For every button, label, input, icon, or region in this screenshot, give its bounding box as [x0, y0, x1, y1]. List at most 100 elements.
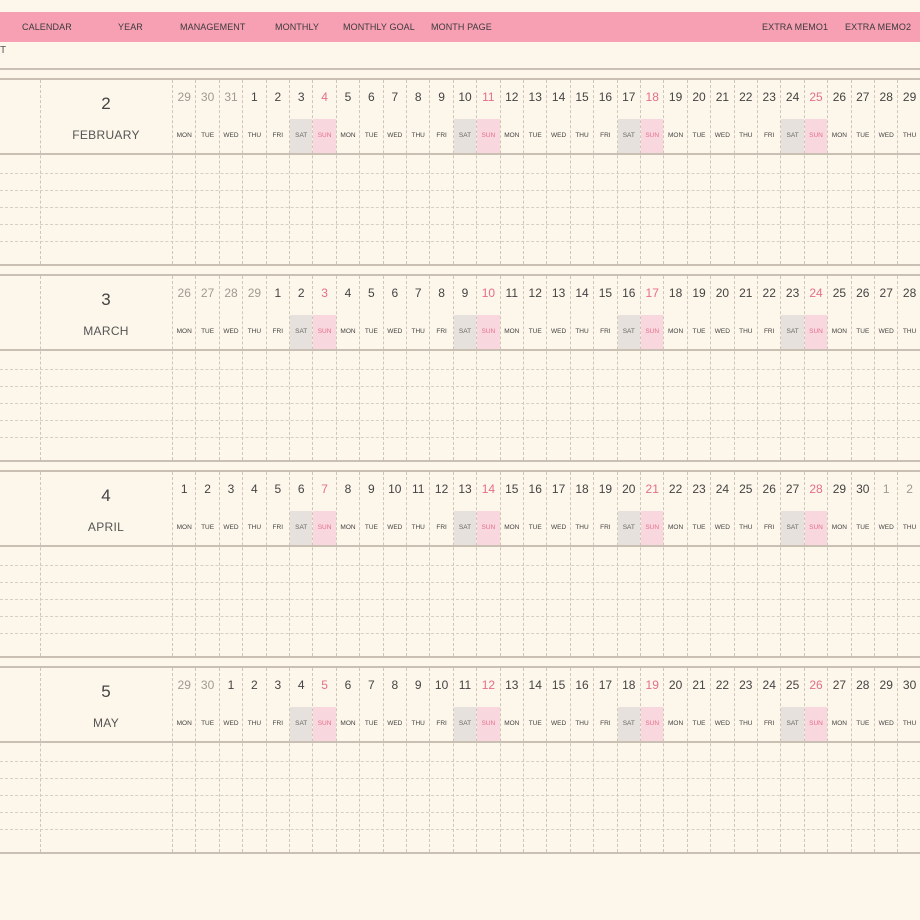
day-column[interactable]: 29 MON — [172, 668, 195, 852]
day-column[interactable]: 15 THU — [569, 80, 593, 264]
day-column[interactable]: 14 THU — [569, 276, 593, 460]
day-column[interactable]: 11 SAT — [452, 668, 477, 852]
day-column[interactable]: 30 TUE — [195, 668, 218, 852]
day-column[interactable]: 16 TUE — [523, 472, 546, 656]
day-column[interactable]: 26 MON — [827, 80, 850, 264]
day-column[interactable]: 28 WED — [874, 80, 897, 264]
day-column[interactable]: 18 SAT — [616, 668, 640, 852]
day-column[interactable]: 1 MON — [172, 472, 195, 656]
day-column[interactable]: 8 WED — [382, 668, 406, 852]
day-column[interactable]: 3 WED — [218, 472, 242, 656]
day-column[interactable]: 9 THU — [406, 668, 429, 852]
day-column[interactable]: 29 WED — [874, 668, 897, 852]
day-column[interactable]: 2 SAT — [289, 276, 313, 460]
day-column[interactable]: 12 SUN — [476, 668, 500, 852]
day-column[interactable]: 7 TUE — [359, 668, 382, 852]
day-column[interactable]: 21 TUE — [686, 668, 710, 852]
nav-month-page[interactable]: MONTH PAGE — [431, 12, 492, 42]
day-column[interactable]: 21 SUN — [640, 472, 664, 656]
nav-extra-memo2[interactable]: EXTRA MEMO2 — [845, 12, 911, 42]
day-column[interactable]: 16 SAT — [616, 276, 640, 460]
nav-calendar[interactable]: CALENDAR — [22, 12, 72, 42]
day-column[interactable]: 5 FRI — [265, 472, 289, 656]
day-column[interactable]: 24 WED — [710, 472, 733, 656]
nav-management[interactable]: MANAGEMENT — [180, 12, 246, 42]
day-column[interactable]: 5 MON — [335, 80, 359, 264]
day-column[interactable]: 2 THU — [242, 668, 265, 852]
day-column[interactable]: 27 TUE — [850, 80, 874, 264]
day-column[interactable]: 27 WED — [874, 276, 897, 460]
nav-monthly-goal[interactable]: MONTHLY GOAL — [343, 12, 415, 42]
day-column[interactable]: 19 SUN — [640, 668, 664, 852]
day-column[interactable]: 1 WED — [874, 472, 897, 656]
day-column[interactable]: 13 SAT — [452, 472, 477, 656]
day-column[interactable]: 30 THU — [897, 668, 920, 852]
day-column[interactable]: 12 FRI — [429, 472, 452, 656]
day-column[interactable]: 25 THU — [733, 472, 757, 656]
day-column[interactable]: 2 FRI — [265, 80, 289, 264]
day-column[interactable]: 22 THU — [733, 80, 757, 264]
day-column[interactable]: 18 MON — [663, 276, 686, 460]
day-column[interactable]: 29 THU — [897, 80, 920, 264]
day-column[interactable]: 11 MON — [499, 276, 523, 460]
day-column[interactable]: 4 SUN — [312, 80, 336, 264]
day-column[interactable]: 17 SUN — [640, 276, 664, 460]
day-column[interactable]: 8 FRI — [429, 276, 452, 460]
day-column[interactable]: 16 FRI — [593, 80, 616, 264]
day-column[interactable]: 13 MON — [499, 668, 523, 852]
day-column[interactable]: 28 THU — [897, 276, 920, 460]
day-column[interactable]: 9 SAT — [452, 276, 477, 460]
day-column[interactable]: 14 TUE — [523, 668, 546, 852]
day-column[interactable]: 30 TUE — [850, 472, 874, 656]
day-column[interactable]: 25 MON — [827, 276, 850, 460]
day-column[interactable]: 22 WED — [710, 668, 733, 852]
day-column[interactable]: 21 THU — [733, 276, 757, 460]
day-column[interactable]: 1 THU — [242, 80, 265, 264]
day-column[interactable]: 8 MON — [335, 472, 359, 656]
day-column[interactable]: 15 MON — [499, 472, 523, 656]
day-column[interactable]: 19 MON — [663, 80, 686, 264]
day-column[interactable]: 6 TUE — [359, 80, 382, 264]
day-column[interactable]: 17 SAT — [616, 80, 640, 264]
day-column[interactable]: 21 WED — [710, 80, 733, 264]
day-column[interactable]: 10 FRI — [429, 668, 452, 852]
day-column[interactable]: 27 SAT — [780, 472, 804, 656]
day-column[interactable]: 5 SUN — [312, 668, 336, 852]
day-column[interactable]: 30 TUE — [195, 80, 218, 264]
day-column[interactable]: 28 TUE — [850, 668, 874, 852]
day-column[interactable]: 3 FRI — [265, 668, 289, 852]
day-column[interactable]: 26 MON — [172, 276, 195, 460]
day-column[interactable]: 6 SAT — [289, 472, 313, 656]
day-column[interactable]: 28 SUN — [803, 472, 828, 656]
day-column[interactable]: 5 TUE — [359, 276, 382, 460]
day-column[interactable]: 4 THU — [242, 472, 265, 656]
day-column[interactable]: 29 THU — [242, 276, 265, 460]
day-column[interactable]: 16 THU — [569, 668, 593, 852]
day-column[interactable]: 18 THU — [569, 472, 593, 656]
day-column[interactable]: 9 TUE — [359, 472, 382, 656]
day-column[interactable]: 3 SAT — [289, 80, 313, 264]
day-column[interactable]: 6 MON — [335, 668, 359, 852]
day-column[interactable]: 17 FRI — [593, 668, 616, 852]
day-column[interactable]: 2 THU — [897, 472, 920, 656]
nav-extra-memo1[interactable]: EXTRA MEMO1 — [762, 12, 828, 42]
day-column[interactable]: 6 WED — [382, 276, 406, 460]
nav-monthly[interactable]: MONTHLY — [275, 12, 319, 42]
day-column[interactable]: 19 FRI — [593, 472, 616, 656]
day-column[interactable]: 23 THU — [733, 668, 757, 852]
day-column[interactable]: 23 SAT — [780, 276, 804, 460]
day-column[interactable]: 23 FRI — [757, 80, 780, 264]
day-column[interactable]: 15 FRI — [593, 276, 616, 460]
day-column[interactable]: 19 TUE — [686, 276, 710, 460]
day-column[interactable]: 10 SUN — [476, 276, 500, 460]
day-column[interactable]: 2 TUE — [195, 472, 218, 656]
nav-year[interactable]: YEAR — [118, 12, 143, 42]
day-column[interactable]: 26 TUE — [850, 276, 874, 460]
day-column[interactable]: 20 SAT — [616, 472, 640, 656]
day-column[interactable]: 23 TUE — [686, 472, 710, 656]
day-column[interactable]: 27 TUE — [195, 276, 218, 460]
day-column[interactable]: 12 MON — [499, 80, 523, 264]
day-column[interactable]: 20 WED — [710, 276, 733, 460]
day-column[interactable]: 13 WED — [546, 276, 569, 460]
day-column[interactable]: 18 SUN — [640, 80, 664, 264]
